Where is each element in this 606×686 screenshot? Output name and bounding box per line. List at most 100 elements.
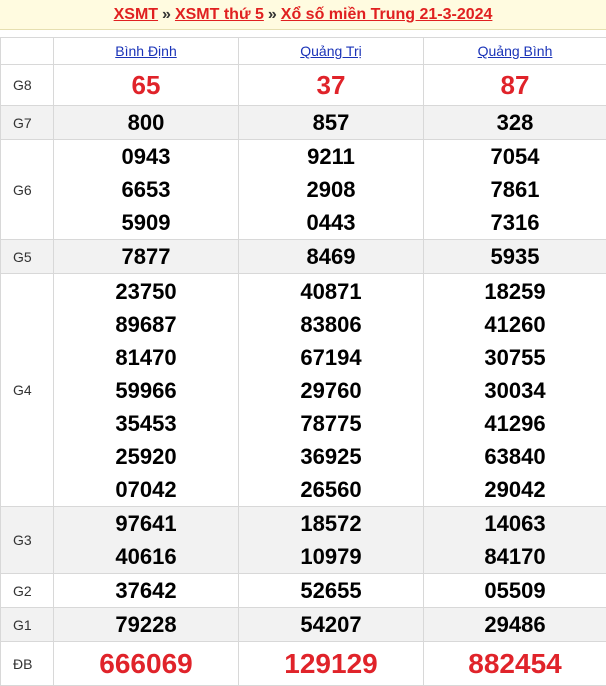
prize-cell: 8469 bbox=[239, 240, 424, 274]
prize-row: G423750896878147059966354532592007042408… bbox=[1, 274, 606, 507]
prize-cell: 37 bbox=[239, 65, 424, 106]
prize-number: 23750 bbox=[54, 275, 238, 308]
prize-cell: 40871838066719429760787753692526560 bbox=[239, 274, 424, 507]
prize-cell: 87 bbox=[424, 65, 606, 106]
prize-label: ĐB bbox=[1, 642, 54, 686]
breadcrumb: XSMT»XSMT thứ 5»Xổ số miền Trung 21-3-20… bbox=[0, 0, 606, 30]
province-link-quang-binh[interactable]: Quảng Bình bbox=[478, 43, 553, 59]
prize-number: 67194 bbox=[239, 341, 423, 374]
prize-number: 800 bbox=[54, 106, 238, 139]
prize-number: 81470 bbox=[54, 341, 238, 374]
breadcrumb-separator: » bbox=[158, 6, 175, 23]
prize-number: 9211 bbox=[239, 140, 423, 173]
prize-cell: 54207 bbox=[239, 608, 424, 642]
prize-number: 6653 bbox=[54, 173, 238, 206]
province-link-binh-dinh[interactable]: Bình Định bbox=[115, 43, 176, 59]
prize-number: 97641 bbox=[54, 507, 238, 540]
prize-cell: 921129080443 bbox=[239, 140, 424, 240]
prize-cell: 882454 bbox=[424, 642, 606, 686]
prize-number: 40616 bbox=[54, 540, 238, 573]
prize-number: 10979 bbox=[239, 540, 423, 573]
prize-number: 36925 bbox=[239, 440, 423, 473]
prize-number: 65 bbox=[54, 68, 238, 102]
prize-cell: 094366535909 bbox=[54, 140, 239, 240]
prize-number: 84170 bbox=[424, 540, 606, 573]
prize-number: 29042 bbox=[424, 473, 606, 506]
prize-cell: 9764140616 bbox=[54, 507, 239, 574]
prize-number: 7316 bbox=[424, 206, 606, 239]
prize-row: G3976414061618572109791406384170 bbox=[1, 507, 606, 574]
prize-row: G6094366535909921129080443705478617316 bbox=[1, 140, 606, 240]
prize-number: 29486 bbox=[424, 608, 606, 641]
province-link-quang-tri[interactable]: Quảng Trị bbox=[300, 43, 361, 59]
prize-number: 666069 bbox=[54, 644, 238, 684]
prize-number: 87 bbox=[424, 68, 606, 102]
prize-label: G1 bbox=[1, 608, 54, 642]
prize-row: G7800857328 bbox=[1, 106, 606, 140]
prize-number: 328 bbox=[424, 106, 606, 139]
prize-cell: 328 bbox=[424, 106, 606, 140]
prize-cell: 1406384170 bbox=[424, 507, 606, 574]
prize-number: 7054 bbox=[424, 140, 606, 173]
prize-number: 78775 bbox=[239, 407, 423, 440]
prize-number: 7877 bbox=[54, 240, 238, 273]
prize-cell: 857 bbox=[239, 106, 424, 140]
prize-cell: 65 bbox=[54, 65, 239, 106]
prize-cell: 5935 bbox=[424, 240, 606, 274]
prize-number: 8469 bbox=[239, 240, 423, 273]
prize-number: 882454 bbox=[424, 644, 606, 684]
prize-number: 37642 bbox=[54, 574, 238, 607]
prize-number: 30034 bbox=[424, 374, 606, 407]
prize-label: G8 bbox=[1, 65, 54, 106]
prize-number: 79228 bbox=[54, 608, 238, 641]
breadcrumb-separator: » bbox=[264, 6, 281, 23]
prize-number: 14063 bbox=[424, 507, 606, 540]
province-header: Quảng Bình bbox=[424, 38, 606, 65]
prize-number: 5935 bbox=[424, 240, 606, 273]
prize-cell: 129129 bbox=[239, 642, 424, 686]
prize-number: 41260 bbox=[424, 308, 606, 341]
prize-cell: 52655 bbox=[239, 574, 424, 608]
prize-number: 129129 bbox=[239, 644, 423, 684]
prize-number: 59966 bbox=[54, 374, 238, 407]
province-header: Bình Định bbox=[54, 38, 239, 65]
prize-cell: 37642 bbox=[54, 574, 239, 608]
prize-cell: 705478617316 bbox=[424, 140, 606, 240]
breadcrumb-current-link[interactable]: Xổ số miền Trung 21-3-2024 bbox=[281, 6, 493, 23]
prize-cell: 800 bbox=[54, 106, 239, 140]
prize-number: 52655 bbox=[239, 574, 423, 607]
breadcrumb-xsmt-link[interactable]: XSMT bbox=[114, 6, 158, 23]
prize-number: 857 bbox=[239, 106, 423, 139]
prize-number: 37 bbox=[239, 68, 423, 102]
prize-number: 29760 bbox=[239, 374, 423, 407]
prize-row: G1792285420729486 bbox=[1, 608, 606, 642]
prize-number: 89687 bbox=[54, 308, 238, 341]
prize-row: G8653787 bbox=[1, 65, 606, 106]
prize-cell: 18259412603075530034412966384029042 bbox=[424, 274, 606, 507]
prize-cell: 7877 bbox=[54, 240, 239, 274]
prize-row: ĐB666069129129882454 bbox=[1, 642, 606, 686]
prize-number: 0943 bbox=[54, 140, 238, 173]
prize-number: 83806 bbox=[239, 308, 423, 341]
province-header-row: Bình Định Quảng Trị Quảng Bình bbox=[1, 38, 606, 65]
prize-number: 7861 bbox=[424, 173, 606, 206]
prize-cell: 05509 bbox=[424, 574, 606, 608]
prize-number: 18572 bbox=[239, 507, 423, 540]
prize-cell: 1857210979 bbox=[239, 507, 424, 574]
prize-cell: 666069 bbox=[54, 642, 239, 686]
prize-number: 5909 bbox=[54, 206, 238, 239]
prize-number: 18259 bbox=[424, 275, 606, 308]
prize-number: 30755 bbox=[424, 341, 606, 374]
prize-label: G4 bbox=[1, 274, 54, 507]
prize-row: G5787784695935 bbox=[1, 240, 606, 274]
prize-number: 07042 bbox=[54, 473, 238, 506]
prize-number: 63840 bbox=[424, 440, 606, 473]
prize-number: 54207 bbox=[239, 608, 423, 641]
prize-label: G2 bbox=[1, 574, 54, 608]
breadcrumb-weekday-link[interactable]: XSMT thứ 5 bbox=[175, 6, 264, 23]
prize-number: 2908 bbox=[239, 173, 423, 206]
prize-number: 35453 bbox=[54, 407, 238, 440]
prize-number: 41296 bbox=[424, 407, 606, 440]
prize-cell: 79228 bbox=[54, 608, 239, 642]
prize-number: 40871 bbox=[239, 275, 423, 308]
